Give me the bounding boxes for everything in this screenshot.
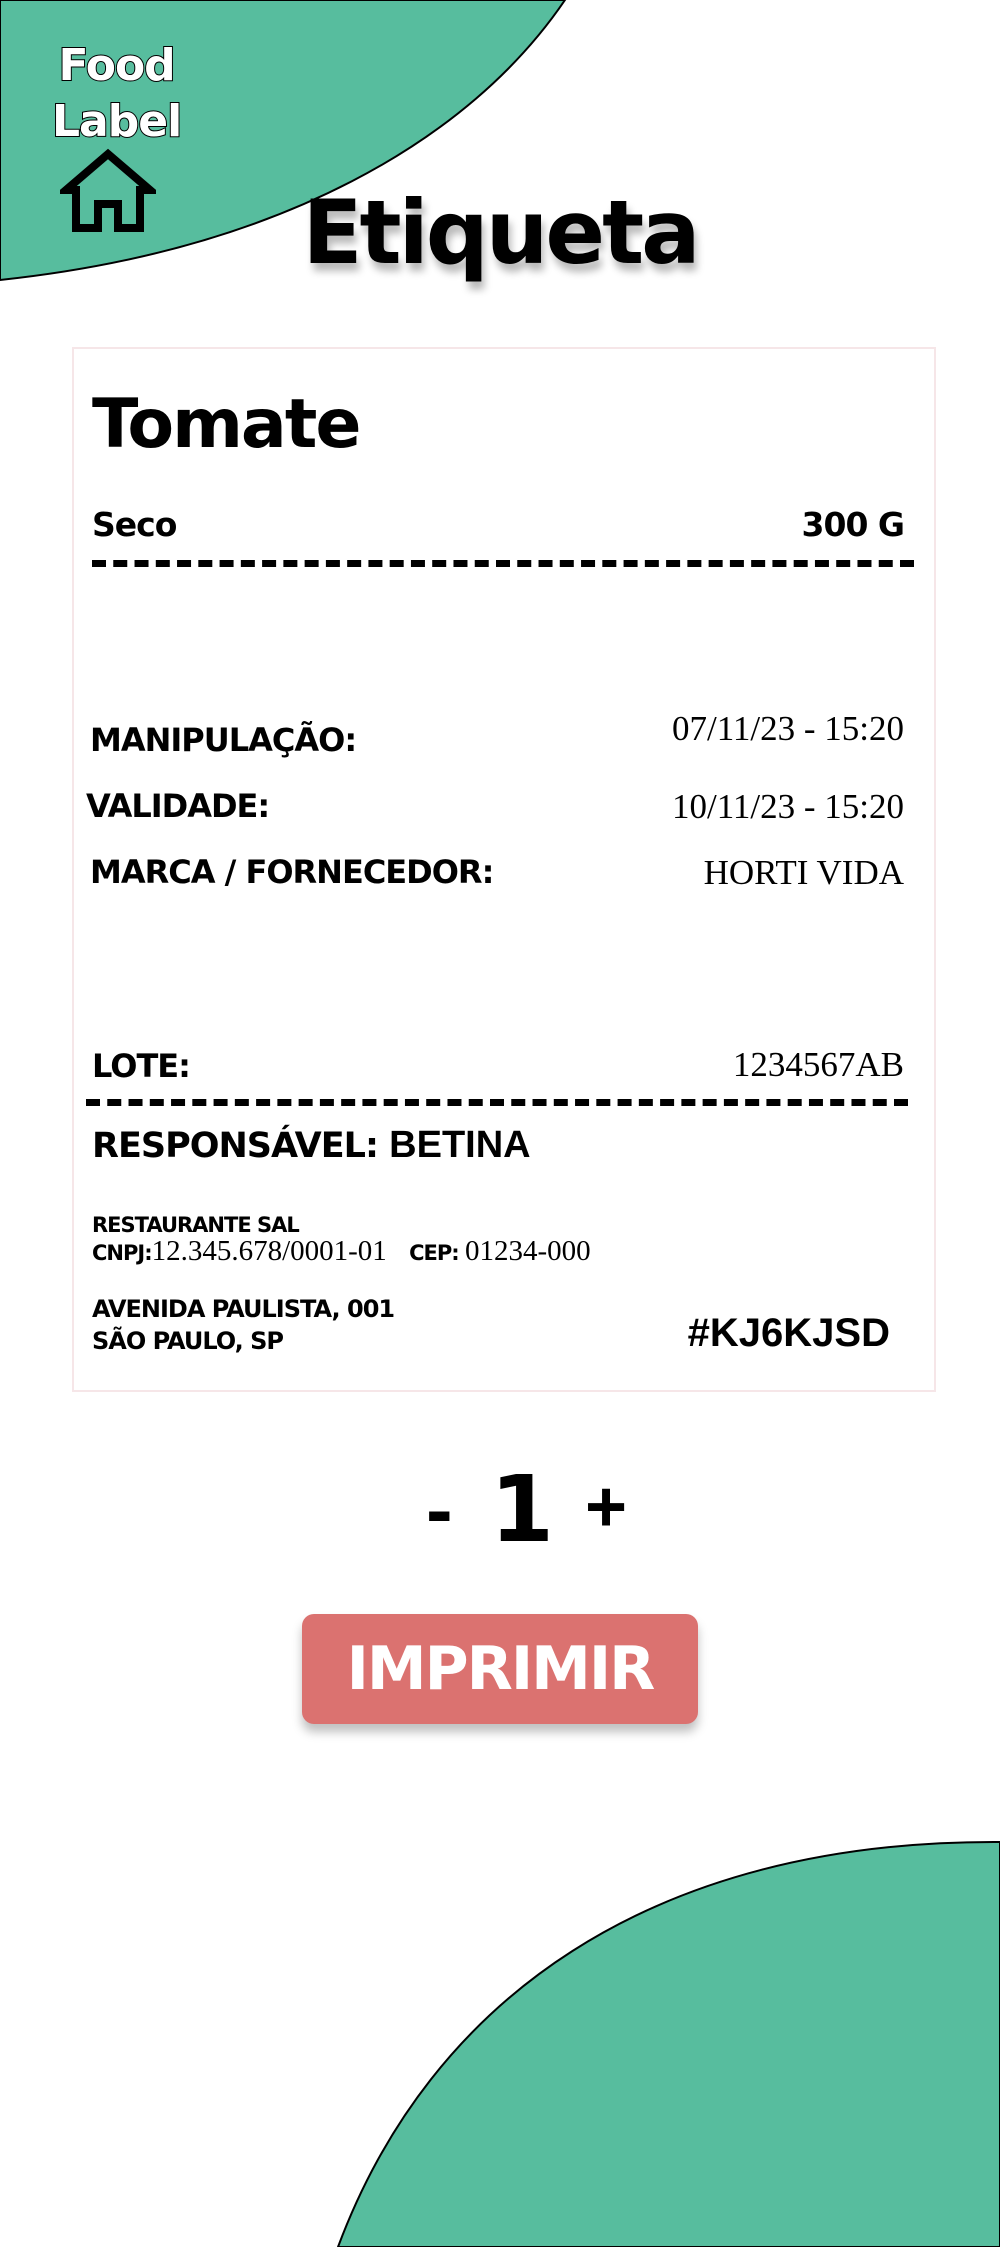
responsible-name: BETINA (389, 1124, 531, 1166)
print-button[interactable]: IMPRIMIR (302, 1614, 698, 1724)
lot-label: LOTE: (92, 1047, 191, 1085)
divider-bottom (86, 1099, 908, 1106)
divider-top (92, 560, 914, 567)
page-title: Etiqueta (302, 181, 700, 284)
label-code: #KJ6KJSD (687, 1311, 890, 1355)
logo-line-food: Food (57, 39, 176, 92)
cnpj-label: CNPJ: (92, 1241, 153, 1265)
bottom-decorative-shape (336, 1840, 1000, 2247)
product-name: Tomate (92, 385, 361, 464)
expiry-date-label: VALIDADE: (86, 787, 270, 825)
quantity-value: 1 (490, 1456, 555, 1563)
responsible-line: RESPONSÁVEL: BETINA (92, 1124, 531, 1167)
food-label-card: Tomate Seco 300 G MANIPULAÇÃO: 07/11/23 … (72, 347, 936, 1392)
restaurant-name: RESTAURANTE SAL (92, 1213, 300, 1237)
address-street: AVENIDA PAULISTA, 001 (92, 1295, 395, 1323)
cnpj-value: 12.345.678/0001-01 (151, 1235, 387, 1267)
cep-label: CEP: (409, 1241, 460, 1265)
lot-value: 1234567AB (732, 1045, 904, 1084)
cnpj-line: CNPJ:12.345.678/0001-01 CEP: 01234-000 (92, 1235, 591, 1268)
brand-supplier-value: HORTI VIDA (703, 853, 904, 892)
cep-value: 01234-000 (464, 1235, 591, 1267)
app-logo: Food Label (51, 38, 183, 150)
product-weight: 300 G (801, 505, 905, 544)
logo-line-label: Label (51, 95, 183, 148)
address-city: SÃO PAULO, SP (92, 1327, 284, 1355)
responsible-label: RESPONSÁVEL: (92, 1126, 379, 1166)
storage-type: Seco (92, 505, 177, 544)
decrease-quantity-button[interactable]: - (426, 1465, 453, 1555)
handling-date-value: 07/11/23 - 15:20 (671, 709, 904, 748)
expiry-date-value: 10/11/23 - 15:20 (671, 787, 904, 826)
handling-date-label: MANIPULAÇÃO: (90, 721, 357, 759)
increase-quantity-button[interactable]: + (585, 1465, 627, 1549)
brand-supplier-label: MARCA / FORNECEDOR: (90, 853, 494, 891)
